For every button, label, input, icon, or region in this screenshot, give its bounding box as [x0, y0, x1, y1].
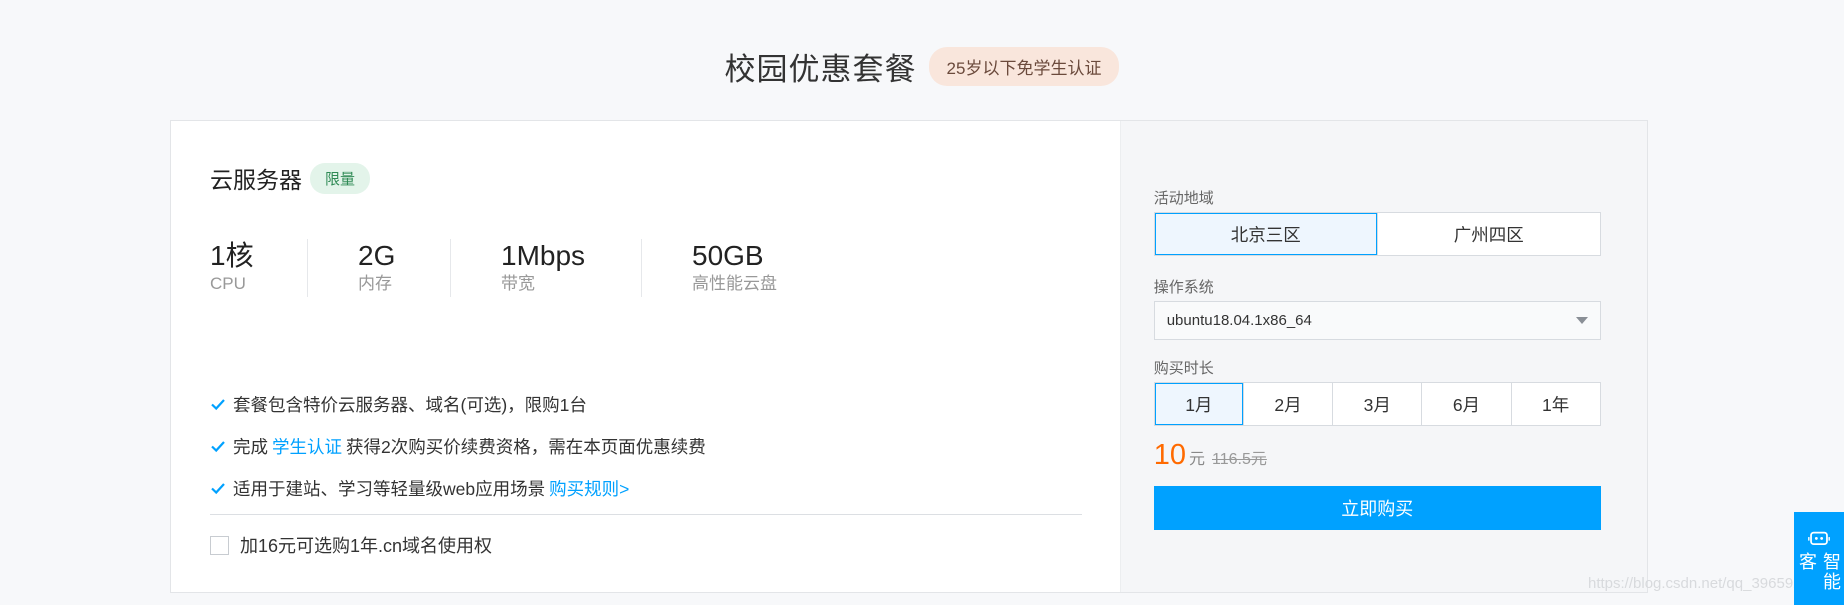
spec-value: 1Mbps	[501, 240, 586, 271]
feature-text: 适用于建站、学习等轻量级web应用场景	[233, 478, 546, 499]
smart-assistant-button[interactable]: 智能客	[1794, 512, 1844, 605]
spec-label: 高性能云盘	[692, 274, 777, 293]
domain-addon[interactable]: 加16元可选购1年.cn域名使用权	[210, 532, 492, 558]
watermark: https://blog.csdn.net/qq_39659226	[1588, 575, 1819, 592]
feature-item: 完成 学生认证 获得2次购买价续费资格，需在本页面优惠续费	[209, 425, 706, 467]
check-icon	[211, 399, 225, 411]
domain-addon-checkbox[interactable]	[210, 535, 229, 555]
spec-value: 50GB	[692, 240, 764, 271]
os-label: 操作系统	[1153, 279, 1214, 296]
spec-memory: 2G 内存	[307, 239, 450, 297]
page-header: 校园优惠套餐 25岁以下免学生认证	[0, 44, 1844, 89]
duration-option-3m[interactable]: 3月	[1332, 383, 1421, 425]
spec-bandwidth: 1Mbps 带宽	[450, 239, 641, 297]
price-original: 116.5元	[1212, 451, 1267, 468]
duration-option-1y[interactable]: 1年	[1510, 383, 1600, 425]
region-selector: 北京三区 广州四区	[1153, 212, 1601, 256]
price-value: 10	[1153, 439, 1186, 471]
feature-text: 套餐包含特价云服务器、域名(可选)，限购1台	[233, 394, 587, 415]
caret-down-icon	[1575, 317, 1588, 324]
student-badge: 25岁以下免学生认证	[928, 47, 1120, 86]
spec-value: 2G	[358, 240, 396, 271]
assistant-label: 智能客	[1797, 551, 1841, 592]
duration-option-2m[interactable]: 2月	[1242, 383, 1332, 425]
duration-label: 购买时长	[1153, 360, 1214, 377]
feature-text: 完成	[233, 436, 268, 457]
student-verify-link[interactable]: 学生认证	[272, 434, 342, 459]
spec-label: CPU	[210, 274, 246, 293]
config-panel: 活动地域 北京三区 广州四区 操作系统 ubuntu18.04.1x86_64 …	[1119, 121, 1647, 592]
product-panel: 云服务器 限量 1核 CPU 2G 内存 1Mbps 带宽 50GB 高性能云盘	[171, 121, 1120, 592]
check-icon	[211, 483, 225, 495]
feature-text: 获得2次购买价续费资格，需在本页面优惠续费	[346, 436, 706, 457]
spec-value: 1核	[210, 240, 254, 271]
product-header: 云服务器 限量	[210, 161, 371, 195]
spec-cpu: 1核 CPU	[210, 239, 307, 297]
check-icon	[211, 441, 225, 453]
spec-label: 内存	[358, 274, 392, 293]
page-title: 校园优惠套餐	[724, 52, 917, 87]
os-value: ubuntu18.04.1x86_64	[1166, 312, 1312, 329]
duration-selector: 1月 2月 3月 6月 1年	[1153, 382, 1601, 426]
robot-icon	[1808, 531, 1830, 546]
product-title: 云服务器	[210, 167, 302, 193]
spec-list: 1核 CPU 2G 内存 1Mbps 带宽 50GB 高性能云盘	[210, 239, 821, 297]
region-option-guangzhou[interactable]: 广州四区	[1376, 213, 1600, 255]
spec-disk: 50GB 高性能云盘	[641, 239, 821, 297]
purchase-rules-link[interactable]: 购买规则>	[549, 476, 629, 501]
divider	[210, 514, 1082, 515]
domain-addon-label: 加16元可选购1年.cn域名使用权	[240, 536, 493, 556]
duration-option-1m[interactable]: 1月	[1154, 383, 1243, 425]
region-label: 活动地域	[1153, 190, 1214, 207]
feature-item: 适用于建站、学习等轻量级web应用场景 购买规则>	[209, 467, 706, 509]
region-option-beijing[interactable]: 北京三区	[1154, 213, 1377, 255]
limited-badge: 限量	[310, 162, 371, 194]
feature-item: 套餐包含特价云服务器、域名(可选)，限购1台	[209, 383, 706, 425]
offer-card: 云服务器 限量 1核 CPU 2G 内存 1Mbps 带宽 50GB 高性能云盘	[170, 120, 1648, 593]
spec-label: 带宽	[501, 274, 535, 293]
price-unit: 元	[1188, 451, 1205, 468]
os-select[interactable]: ubuntu18.04.1x86_64	[1153, 301, 1601, 340]
buy-now-button[interactable]: 立即购买	[1153, 486, 1601, 530]
price: 10 元 116.5元	[1154, 439, 1267, 472]
duration-option-6m[interactable]: 6月	[1421, 383, 1510, 425]
